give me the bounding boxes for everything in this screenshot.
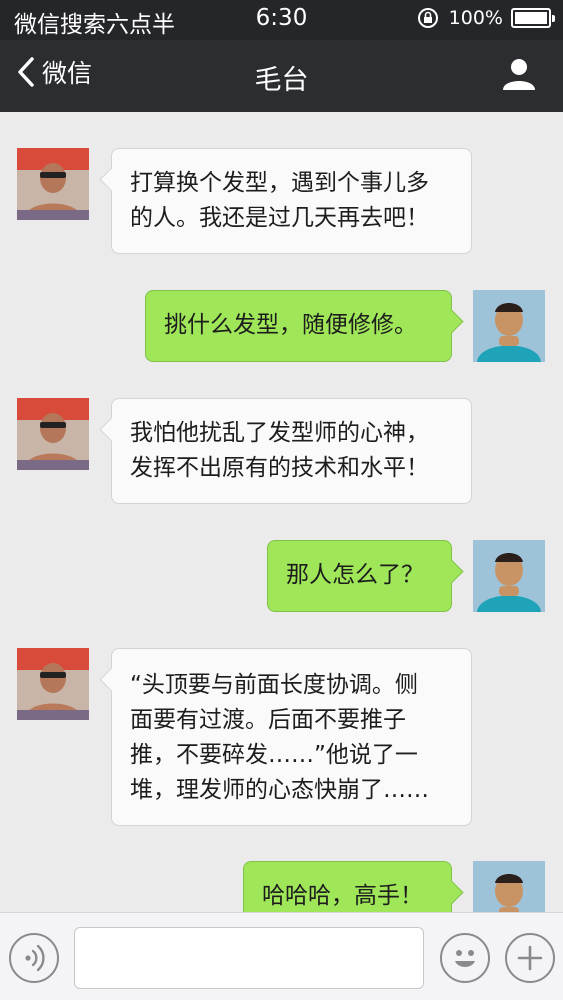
input-bar — [0, 912, 563, 1000]
message-text: 哈哈哈，高手！ — [262, 883, 423, 909]
message-bubble-incoming[interactable]: 打算换个发型，遇到个事儿多 的人。我还是过几天再去吧！ — [111, 148, 472, 254]
contact-avatar[interactable] — [17, 148, 89, 220]
status-bar: 微信搜索六点半 6:30 100% — [0, 0, 563, 40]
self-avatar[interactable] — [473, 540, 545, 612]
chat-area[interactable]: 打算换个发型，遇到个事儿多 的人。我还是过几天再去吧！ 挑什么发型，随便修修。 … — [0, 112, 563, 912]
self-avatar[interactable] — [473, 290, 545, 362]
battery-icon — [511, 8, 555, 28]
message-text: 那人怎么了？ — [286, 562, 424, 588]
voice-icon — [25, 944, 45, 972]
message-text: 我怕他扰乱了发型师的心神， 发挥不出原有的技术和水平！ — [130, 420, 429, 481]
message-text: “头顶要与前面长度协调。侧 面要有过渡。后面不要推子 推，不要碎发……”他说了一… — [130, 672, 429, 803]
emoji-icon — [455, 950, 475, 967]
message-input[interactable] — [74, 927, 424, 989]
chevron-left-icon — [18, 57, 34, 87]
message-bubble-outgoing[interactable]: 那人怎么了？ — [267, 540, 452, 612]
contact-avatar[interactable] — [17, 398, 89, 470]
contact-avatar[interactable] — [17, 648, 89, 720]
message-bubble-outgoing[interactable]: 挑什么发型，随便修修。 — [145, 290, 452, 362]
message-bubble-incoming[interactable]: “头顶要与前面长度协调。侧 面要有过渡。后面不要推子 推，不要碎发……”他说了一… — [111, 648, 472, 826]
message-bubble-incoming[interactable]: 我怕他扰乱了发型师的心神， 发挥不出原有的技术和水平！ — [111, 398, 472, 504]
message-bubble-outgoing[interactable]: 哈哈哈，高手！ — [243, 861, 452, 912]
status-right: 100% — [417, 7, 555, 29]
battery-percent: 100% — [448, 7, 503, 29]
emoji-button[interactable] — [440, 933, 490, 983]
voice-button[interactable] — [9, 933, 59, 983]
plus-icon — [517, 945, 543, 971]
nav-bar: 微信 毛台 — [0, 40, 563, 112]
more-button[interactable] — [505, 933, 555, 983]
rotation-lock-icon — [417, 8, 438, 28]
self-avatar[interactable] — [473, 861, 545, 912]
back-button[interactable]: 微信 — [14, 54, 92, 90]
message-text: 挑什么发型，随便修修。 — [164, 312, 417, 338]
person-icon[interactable] — [501, 56, 537, 92]
back-label: 微信 — [42, 59, 93, 88]
message-text: 打算换个发型，遇到个事儿多 的人。我还是过几天再去吧！ — [130, 170, 429, 231]
